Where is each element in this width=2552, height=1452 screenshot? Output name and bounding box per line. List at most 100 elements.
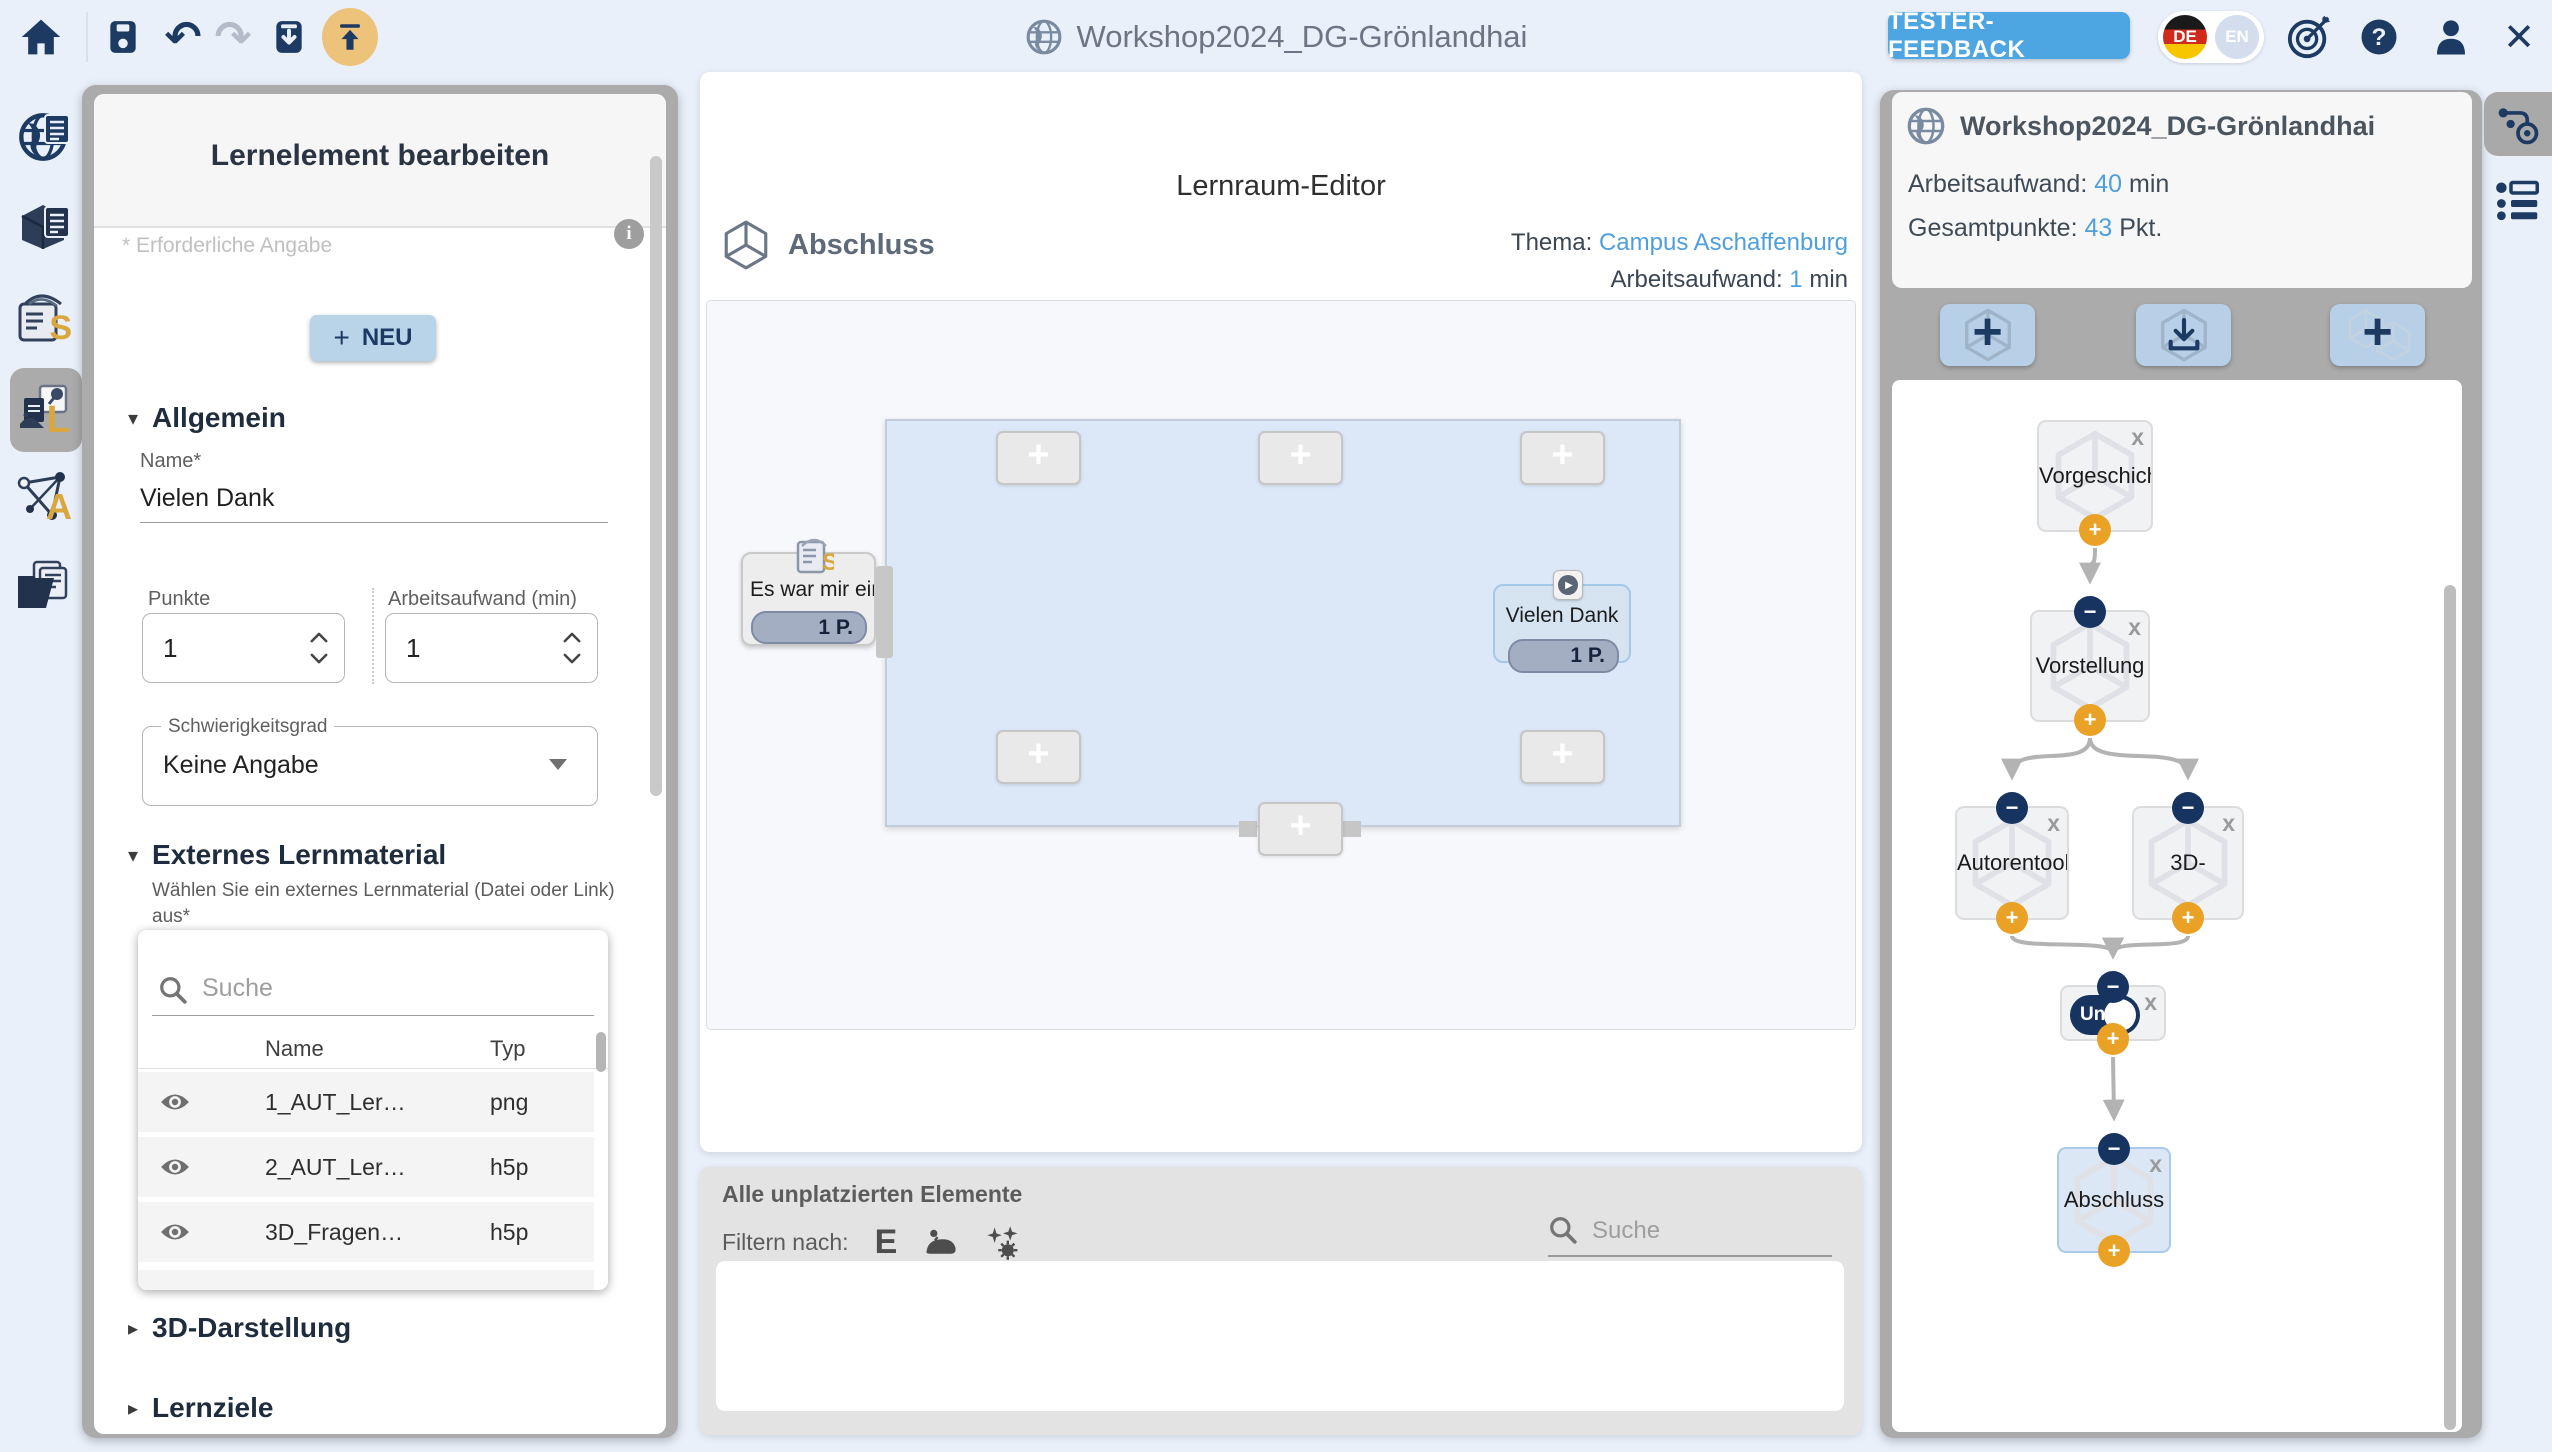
field-divider (372, 588, 374, 684)
section-lernziele[interactable]: ▸ Lernziele (128, 1392, 273, 1424)
name-input[interactable]: Vielen Dank (140, 484, 274, 513)
input-port[interactable]: − (2172, 792, 2204, 824)
import-space-button[interactable] (2136, 304, 2231, 366)
table-row-partial[interactable] (138, 1270, 594, 1290)
rail-adaptivity-button[interactable]: A (14, 468, 72, 526)
graph-scrollbar-thumb[interactable] (2444, 585, 2456, 1430)
slot-add-bottom-right[interactable] (1520, 730, 1605, 784)
graph-node-3d-[interactable]: 3D-x−+ (2132, 806, 2244, 920)
graph-node-vorstellung[interactable]: Vorstellungx−+ (2030, 610, 2150, 722)
output-port[interactable]: + (2074, 704, 2106, 736)
stepper-up-icon (310, 632, 328, 643)
slot-add-top-left[interactable] (996, 431, 1081, 485)
play-icon: ▶ (1553, 570, 1583, 600)
punkte-label: Punkte (148, 588, 210, 611)
material-search-input[interactable]: Suche (202, 974, 273, 1003)
language-en-button[interactable]: EN (2215, 15, 2259, 59)
graph-node-abschluss[interactable]: Abschlussx−+ (2057, 1147, 2171, 1253)
section-externes-lernmaterial[interactable]: ▾ Externes Lernmaterial (128, 839, 446, 871)
rail-space-button[interactable] (14, 198, 72, 256)
delete-node-button[interactable]: x (2222, 810, 2235, 836)
help-button[interactable] (2352, 10, 2406, 64)
add-condition-button[interactable]: + (2330, 304, 2425, 366)
search-underline (1548, 1255, 1832, 1257)
delete-node-button[interactable]: x (2131, 424, 2144, 450)
rail-story-letter: S (49, 309, 72, 348)
schwierigkeitsgrad-value: Keine Angabe (163, 751, 319, 780)
left-panel-scrollbar-thumb[interactable] (650, 156, 662, 796)
delete-node-button[interactable]: x (2047, 810, 2060, 836)
add-space-button[interactable]: + (1940, 304, 2035, 366)
eye-icon[interactable] (160, 1221, 190, 1243)
output-port[interactable]: + (2098, 1235, 2130, 1267)
graph-node-label: Vorgeschichte (2039, 463, 2151, 489)
rail-materials-folder-button[interactable] (14, 556, 72, 614)
globe-icon (1025, 18, 1063, 56)
extern-hint-line2: aus* (152, 906, 190, 928)
filter-text-element-icon[interactable]: E (875, 1223, 898, 1262)
tab-learning-path-active[interactable] (2484, 92, 2552, 156)
eye-icon[interactable] (160, 1156, 190, 1178)
table-row[interactable]: 3D_Fragen…h5p (138, 1202, 594, 1262)
element-node-unplaced[interactable]: Es war mir eine 1 P. (741, 552, 876, 646)
input-port[interactable]: − (1996, 792, 2028, 824)
input-port[interactable]: − (2098, 1133, 2130, 1165)
app-root: ↶ ↷ Workshop2024_DG-Grönlandhai TESTER-F… (0, 0, 2552, 1452)
table-scrollbar-thumb[interactable] (596, 1032, 606, 1072)
slot-add-top-center[interactable] (1258, 431, 1343, 485)
unplaced-elements-area[interactable] (716, 1261, 1844, 1411)
eye-icon[interactable] (160, 1091, 190, 1113)
delete-node-button[interactable]: x (2144, 989, 2157, 1015)
output-port[interactable]: + (2097, 1023, 2129, 1055)
section-3d-darstellung[interactable]: ▸ 3D-Darstellung (128, 1312, 351, 1344)
input-port[interactable]: − (2074, 596, 2106, 628)
search-underline (152, 1015, 594, 1016)
room-canvas[interactable]: Es war mir eine 1 P. ▶ Vielen Dank 1 P. (706, 300, 1856, 1030)
eye-icon[interactable] (160, 1289, 190, 1290)
new-button[interactable]: + NEU (310, 315, 436, 361)
filter-interactive-icon[interactable] (923, 1227, 959, 1259)
graph-node-vorgeschichte[interactable]: Vorgeschichtex+ (2037, 420, 2153, 532)
door-nub-right (1343, 821, 1361, 837)
rail-learning-element-button-active[interactable]: L (14, 380, 72, 438)
points-badge: 1 P. (751, 611, 867, 644)
goals-target-button[interactable] (2282, 10, 2336, 64)
rail-world-overview-button[interactable] (14, 108, 72, 166)
table-row[interactable]: 1_AUT_Ler…png (138, 1072, 594, 1132)
graph-node-und[interactable]: Undx−+ (2060, 985, 2166, 1041)
points-badge: 1 P. (1508, 639, 1619, 673)
aufwand-stepper[interactable]: 1 (385, 613, 598, 683)
output-port[interactable]: + (2172, 902, 2204, 934)
schwierigkeitsgrad-select[interactable]: Schwierigkeitsgrad Keine Angabe (142, 726, 598, 806)
tab-element-list[interactable] (2488, 172, 2548, 228)
section-allgemein[interactable]: ▾ Allgemein (128, 402, 286, 434)
info-icon[interactable]: i (614, 219, 644, 249)
user-button[interactable] (2424, 10, 2478, 64)
caret-right-icon: ▸ (128, 1316, 138, 1341)
aufwand-line: Arbeitsaufwand: 1 min (1511, 261, 1848, 298)
output-port[interactable]: + (2079, 514, 2111, 546)
graph-edge (2090, 548, 2095, 578)
node-drag-handle[interactable] (876, 566, 893, 658)
space-graph-card[interactable]: Vorgeschichtex+Vorstellungx−+Autorentool… (1892, 380, 2462, 1432)
slot-add-top-right[interactable] (1520, 431, 1605, 485)
filter-bar: Filtern nach: E (722, 1223, 1021, 1262)
graph-node-autorentool[interactable]: Autorentoolx−+ (1955, 806, 2069, 920)
delete-node-button[interactable]: x (2128, 614, 2141, 640)
punkte-stepper[interactable]: 1 (142, 613, 345, 683)
filter-sparkle-icon[interactable] (985, 1225, 1021, 1261)
delete-node-button[interactable]: x (2149, 1151, 2162, 1177)
slot-add-door[interactable] (1258, 802, 1343, 856)
slot-add-bottom-left[interactable] (996, 730, 1081, 784)
close-button[interactable]: ✕ (2492, 10, 2546, 64)
table-row[interactable]: 2_AUT_Ler…h5p (138, 1137, 594, 1197)
thema-link[interactable]: Campus Aschaffenburg (1599, 229, 1848, 256)
rail-story-button[interactable]: S (14, 290, 72, 348)
output-port[interactable]: + (1996, 902, 2028, 934)
element-node-selected[interactable]: ▶ Vielen Dank 1 P. (1493, 584, 1631, 663)
lernraum-editor-card: Lernraum-Editor Abschluss Thema: Campus … (700, 72, 1862, 1152)
language-de-button[interactable]: DE (2163, 15, 2207, 59)
input-port[interactable]: − (2097, 971, 2129, 1003)
tester-feedback-button[interactable]: TESTER-FEEDBACK (1888, 12, 2130, 59)
graph-node-label: 3D- (2134, 850, 2242, 876)
